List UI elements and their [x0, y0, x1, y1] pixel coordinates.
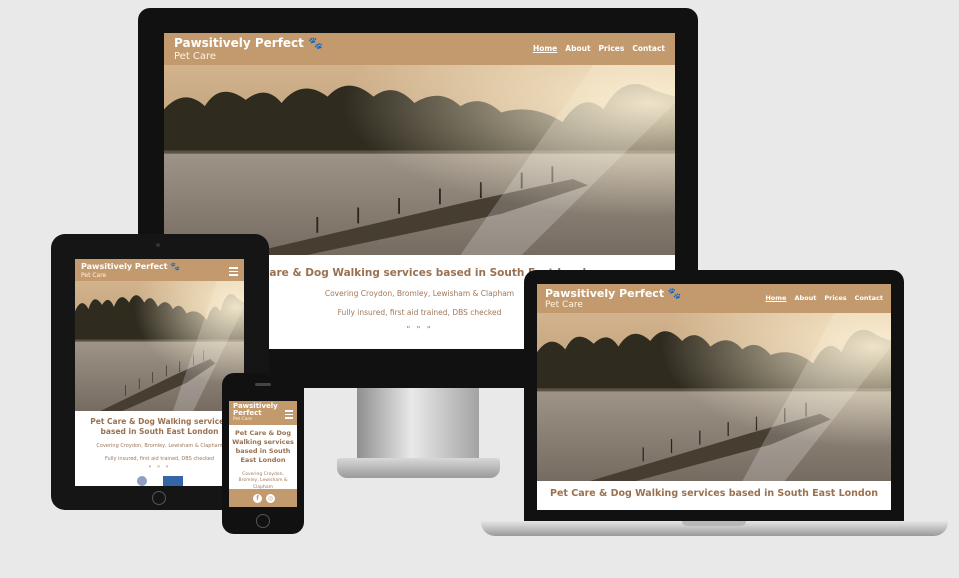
- hero-image: [164, 65, 675, 255]
- phone-speaker: [255, 383, 271, 386]
- phone-hero-tagline: Pet Care & Dog Walking services based in…: [232, 429, 294, 465]
- tablet-hero-image: [75, 281, 244, 411]
- laptop-base-notch: [682, 521, 746, 526]
- laptop-brand-subtitle: Pet Care: [545, 300, 583, 310]
- facebook-icon[interactable]: f: [253, 494, 262, 503]
- phone-brand-subtitle: Pet Care: [233, 417, 252, 422]
- brand-title[interactable]: Pawsitively Perfect 🐾: [174, 37, 323, 49]
- phone-screen: Pawsitively Perfect Pet Care Pet Care & …: [229, 401, 297, 507]
- tablet-camera: [156, 243, 160, 247]
- paw-icon: 🐾: [170, 262, 181, 271]
- paw-icon: 🐾: [667, 287, 682, 300]
- tablet-credentials-text: Fully insured, first aid trained, DBS ch…: [104, 456, 215, 462]
- phone-brand-title[interactable]: Pawsitively Perfect: [233, 402, 278, 418]
- main-nav: Home About Prices Contact: [533, 44, 665, 53]
- monitor-neck: [357, 388, 479, 460]
- hamburger-menu-icon[interactable]: [229, 267, 238, 278]
- laptop-header: Pawsitively Perfect 🐾 Pet Care Home Abou…: [537, 284, 891, 313]
- tablet-separator: " " ": [148, 465, 171, 472]
- phone-device: Pawsitively Perfect Pet Care Pet Care & …: [222, 373, 304, 534]
- laptop-nav-home[interactable]: Home: [765, 294, 786, 302]
- laptop-screen: Pawsitively Perfect 🐾 Pet Care Home Abou…: [537, 284, 891, 510]
- tablet-screen: Pawsitively Perfect 🐾 Pet Care Pet Care …: [75, 259, 244, 486]
- laptop-nav: Home About Prices Contact: [765, 294, 883, 302]
- nav-about[interactable]: About: [565, 44, 590, 53]
- nav-home[interactable]: Home: [533, 44, 557, 53]
- laptop-hero-tagline: Pet Care & Dog Walking services based in…: [549, 488, 879, 499]
- laptop-brand-title[interactable]: Pawsitively Perfect 🐾: [545, 288, 682, 299]
- tablet-home-button[interactable]: [152, 491, 166, 505]
- paw-icon: 🐾: [308, 36, 324, 50]
- award-badge-icon: [137, 476, 147, 486]
- nav-contact[interactable]: Contact: [632, 44, 665, 53]
- brand-subtitle: Pet Care: [174, 51, 217, 62]
- tablet-brand-title[interactable]: Pawsitively Perfect 🐾: [81, 263, 180, 271]
- accreditation-logo-icon: [163, 476, 183, 486]
- tablet-brand-subtitle: Pet Care: [81, 272, 107, 279]
- phone-footer: f ◎: [229, 489, 297, 507]
- phone-hamburger-icon[interactable]: [285, 410, 293, 421]
- laptop-device: Pawsitively Perfect 🐾 Pet Care Home Abou…: [524, 270, 904, 522]
- laptop-nav-about[interactable]: About: [794, 294, 816, 302]
- laptop-nav-contact[interactable]: Contact: [855, 294, 883, 302]
- instagram-icon[interactable]: ◎: [266, 494, 275, 503]
- site-header: Pawsitively Perfect 🐾 Pet Care Home Abou…: [164, 33, 675, 65]
- monitor-base: [337, 458, 500, 478]
- tablet-header: Pawsitively Perfect 🐾 Pet Care: [75, 259, 244, 281]
- tablet-coverage-text: Covering Croydon, Bromley, Lewisham & Cl…: [96, 443, 223, 449]
- laptop-base: [481, 521, 948, 536]
- laptop-nav-prices[interactable]: Prices: [824, 294, 846, 302]
- laptop-hero-image: [537, 313, 891, 481]
- phone-home-button[interactable]: [256, 514, 270, 528]
- nav-prices[interactable]: Prices: [599, 44, 625, 53]
- tablet-hero-tagline: Pet Care & Dog Walking services based in…: [90, 417, 229, 437]
- phone-header: Pawsitively Perfect Pet Care: [229, 401, 297, 425]
